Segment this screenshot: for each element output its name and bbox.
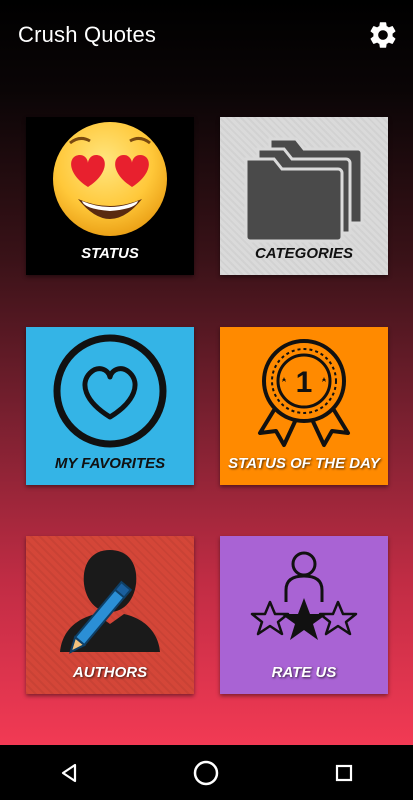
- back-triangle-icon: [61, 763, 76, 782]
- tile-label: AUTHORS: [72, 664, 148, 681]
- gear-icon: [370, 22, 396, 48]
- nav-recents-button[interactable]: [324, 753, 364, 793]
- home-circle-icon: [194, 760, 219, 785]
- tile-rate-us[interactable]: RATE US: [220, 536, 388, 694]
- settings-button[interactable]: [365, 17, 401, 53]
- tile-categories[interactable]: CATEGORIES: [220, 117, 388, 275]
- tile-authors[interactable]: AUTHORS: [26, 536, 194, 694]
- tile-my-favorites[interactable]: MY FAVORITES: [26, 327, 194, 485]
- tile-label: RATE US: [271, 664, 337, 681]
- tile-label: STATUS OF THE DAY: [228, 455, 380, 472]
- app-bar: Crush Quotes: [0, 0, 413, 70]
- system-nav-bar: [0, 745, 413, 800]
- tile-status-of-the-day[interactable]: 1 STATUS OF THE DAY: [220, 327, 388, 485]
- tile-label: CATEGORIES: [254, 245, 354, 262]
- tile-label: MY FAVORITES: [54, 455, 166, 472]
- badge-number: 1: [296, 366, 313, 399]
- nav-home-button[interactable]: [186, 753, 226, 793]
- app-title: Crush Quotes: [18, 22, 157, 47]
- tile-status[interactable]: STATUS: [26, 117, 194, 275]
- tile-label: STATUS: [81, 245, 139, 262]
- recents-square-icon: [336, 764, 353, 781]
- nav-back-button[interactable]: [49, 753, 89, 793]
